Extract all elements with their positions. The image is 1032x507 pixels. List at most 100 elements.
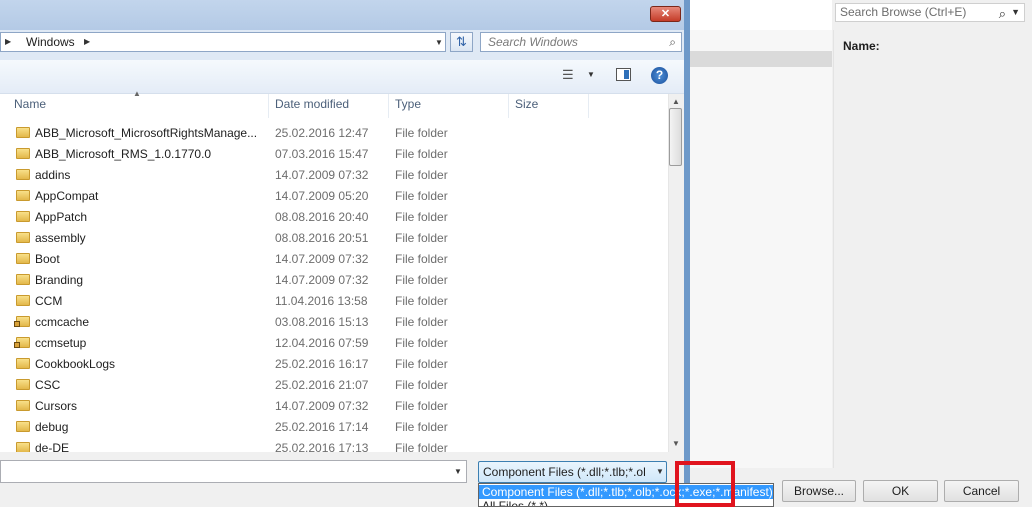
dialog-frame-right: [684, 0, 690, 507]
file-name-cell: AppCompat: [35, 189, 99, 203]
scroll-up-icon[interactable]: ▲: [672, 97, 680, 106]
type-cell: File folder: [395, 273, 448, 287]
date-modified-cell: 14.07.2009 07:32: [275, 399, 369, 413]
type-cell: File folder: [395, 168, 448, 182]
table-row[interactable]: CookbookLogs 25.02.2016 16:17 File folder: [0, 354, 668, 375]
type-cell: File folder: [395, 231, 448, 245]
locked-folder-icon: [14, 337, 30, 348]
type-cell: File folder: [395, 210, 448, 224]
type-cell: File folder: [395, 378, 448, 392]
type-cell: File folder: [395, 126, 448, 140]
table-row[interactable]: CSC 25.02.2016 21:07 File folder: [0, 375, 668, 396]
file-name-cell: ccmsetup: [35, 336, 87, 350]
table-row[interactable]: debug 25.02.2016 17:14 File folder: [0, 417, 668, 438]
folder-icon: [16, 421, 30, 432]
background-top-strip: [690, 0, 832, 30]
cancel-button[interactable]: Cancel: [944, 480, 1019, 502]
table-row[interactable]: assembly 08.08.2016 20:51 File folder: [0, 228, 668, 249]
file-name-cell: Cursors: [35, 399, 78, 413]
chevron-down-icon[interactable]: ▼: [454, 467, 462, 476]
file-name-cell: ABB_Microsoft_MicrosoftRightsManage...: [35, 126, 258, 140]
folder-icon: [16, 211, 30, 222]
ok-button[interactable]: OK: [863, 480, 938, 502]
name-label: Name:: [843, 39, 880, 53]
type-cell: File folder: [395, 189, 448, 203]
search-browse-input[interactable]: Search Browse (Ctrl+E) ⌕ ▼: [835, 3, 1025, 22]
search-browse-placeholder: Search Browse (Ctrl+E): [840, 5, 967, 19]
chevron-down-icon[interactable]: ▼: [1011, 4, 1020, 21]
date-modified-cell: 25.02.2016 21:07: [275, 378, 369, 392]
date-modified-cell: 03.08.2016 15:13: [275, 315, 369, 329]
date-modified-cell: 14.07.2009 07:32: [275, 273, 369, 287]
date-modified-cell: 11.04.2016 13:58: [275, 294, 368, 308]
table-row[interactable]: CCM 11.04.2016 13:58 File folder: [0, 291, 668, 312]
folder-icon: [16, 400, 30, 411]
date-modified-cell: 14.07.2009 07:32: [275, 252, 369, 266]
table-row[interactable]: de-DE 25.02.2016 17:13 File folder: [0, 438, 668, 452]
table-row[interactable]: ccmcache 03.08.2016 15:13 File folder: [0, 312, 668, 333]
folder-icon: [16, 148, 30, 159]
type-cell: File folder: [395, 357, 448, 371]
date-modified-cell: 07.03.2016 15:47: [275, 147, 369, 161]
date-modified-cell: 08.08.2016 20:40: [275, 210, 369, 224]
type-cell: File folder: [395, 336, 448, 350]
annotation-highlight-box: [675, 461, 735, 507]
file-name-cell: debug: [35, 420, 69, 434]
file-name-cell: de-DE: [35, 441, 70, 452]
browse-button[interactable]: Browse...: [782, 480, 856, 502]
type-cell: File folder: [395, 399, 448, 413]
scroll-down-icon[interactable]: ▼: [672, 439, 680, 448]
table-row[interactable]: AppPatch 08.08.2016 20:40 File folder: [0, 207, 668, 228]
folder-icon: [16, 253, 30, 264]
table-row[interactable]: ABB_Microsoft_MicrosoftRightsManage... 25…: [0, 123, 668, 144]
folder-icon: [16, 274, 30, 285]
file-name-cell: ccmcache: [35, 315, 90, 329]
file-name-cell: CCM: [35, 294, 63, 308]
type-cell: File folder: [395, 420, 448, 434]
table-row[interactable]: AppCompat 14.07.2009 05:20 File folder: [0, 186, 668, 207]
file-name-cell: addins: [35, 168, 71, 182]
file-name-input[interactable]: [0, 460, 467, 483]
date-modified-cell: 08.08.2016 20:51: [275, 231, 369, 245]
file-name-cell: assembly: [35, 231, 86, 245]
search-icon[interactable]: ⌕: [999, 5, 1006, 22]
date-modified-cell: 25.02.2016 16:17: [275, 357, 369, 371]
background-list-header: [690, 51, 832, 67]
folder-icon: [16, 232, 30, 243]
date-modified-cell: 25.02.2016 17:13: [275, 441, 369, 452]
scrollbar-thumb[interactable]: [669, 108, 682, 166]
file-name-cell: CookbookLogs: [35, 357, 116, 371]
folder-icon: [16, 190, 30, 201]
table-row[interactable]: ABB_Microsoft_RMS_1.0.1770.0 07.03.2016 1…: [0, 144, 668, 165]
file-name-cell: ABB_Microsoft_RMS_1.0.1770.0: [35, 147, 212, 161]
search-icon: ⌕: [669, 35, 676, 49]
type-cell: File folder: [395, 294, 448, 308]
file-name-cell: CSC: [35, 378, 61, 392]
date-modified-cell: 12.04.2016 07:59: [275, 336, 369, 350]
file-rows: ABB_Microsoft_MicrosoftRightsManage... 25…: [0, 0, 668, 452]
type-cell: File folder: [395, 315, 448, 329]
file-name-cell: Boot: [35, 252, 60, 266]
file-name-cell: Branding: [35, 273, 84, 287]
date-modified-cell: 14.07.2009 07:32: [275, 168, 369, 182]
date-modified-cell: 14.07.2009 05:20: [275, 189, 369, 203]
table-row[interactable]: ccmsetup 12.04.2016 07:59 File folder: [0, 333, 668, 354]
file-type-select[interactable]: Component Files (*.dll;*.tlb;*.ol ▼: [478, 461, 667, 483]
folder-icon: [16, 127, 30, 138]
details-panel: [833, 30, 1032, 468]
table-row[interactable]: addins 14.07.2009 07:32 File folder: [0, 165, 668, 186]
table-row[interactable]: Boot 14.07.2009 07:32 File folder: [0, 249, 668, 270]
date-modified-cell: 25.02.2016 17:14: [275, 420, 369, 434]
table-row[interactable]: Branding 14.07.2009 07:32 File folder: [0, 270, 668, 291]
type-cell: File folder: [395, 441, 448, 452]
file-type-selected-value: Component Files (*.dll;*.tlb;*.ol: [483, 465, 646, 479]
table-row[interactable]: Cursors 14.07.2009 07:32 File folder: [0, 396, 668, 417]
file-name-cell: AppPatch: [35, 210, 88, 224]
folder-icon: [16, 442, 30, 452]
chevron-down-icon[interactable]: ▼: [656, 467, 664, 476]
folder-icon: [16, 379, 30, 390]
type-cell: File folder: [395, 252, 448, 266]
folder-icon: [16, 358, 30, 369]
type-cell: File folder: [395, 147, 448, 161]
folder-icon: [16, 295, 30, 306]
